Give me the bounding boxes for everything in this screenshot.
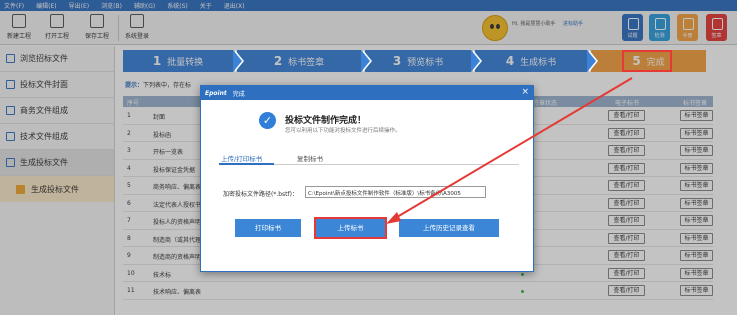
dialog-title: 完成 <box>232 90 245 98</box>
epoint-logo: Epoint <box>205 89 227 97</box>
tab-copy-bid[interactable]: 复制标书 <box>297 153 323 163</box>
dialog-subtitle: 您可以利用以下功能对投标文件进行后续操作。 <box>285 128 401 134</box>
dialog-title-bar: Epoint 完成 × <box>201 86 533 100</box>
upload-history-button[interactable]: 上传历史记录查看 <box>399 219 499 237</box>
completion-dialog: Epoint 完成 × ✓ 投标文件制作完成！ 您可以利用以下功能对投标文件进行… <box>200 85 534 272</box>
tab-upload-print[interactable]: 上传/打印标书 <box>219 153 274 165</box>
highlight-box <box>622 50 672 72</box>
path-field[interactable]: C:\Epoint\新点投标文件制作软件（标准版）\标书备份\A3005 <box>305 186 486 198</box>
close-icon[interactable]: × <box>521 87 529 97</box>
path-label: 加密投标文件路径(*.bstf)： <box>223 191 298 198</box>
print-bid-button[interactable]: 打印标书 <box>235 219 301 237</box>
dialog-tabs: 上传/打印标书 复制标书 <box>219 153 519 165</box>
check-icon: ✓ <box>259 112 276 129</box>
upload-bid-button[interactable]: 上传标书 <box>314 217 387 239</box>
dialog-heading: 投标文件制作完成！ <box>285 116 367 126</box>
